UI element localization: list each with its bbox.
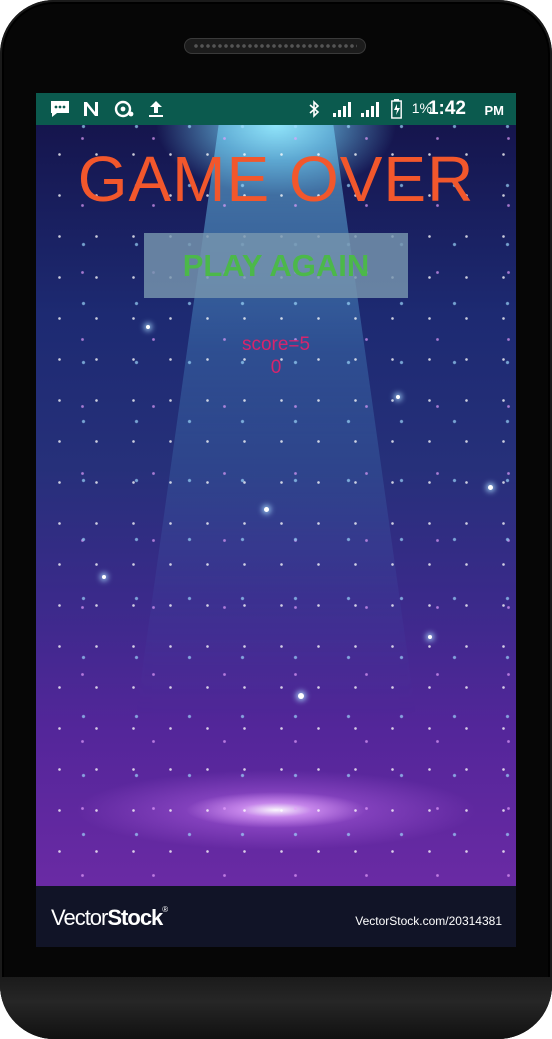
play-again-button[interactable]: PLAY AGAIN — [144, 233, 408, 298]
signal-icon — [332, 99, 354, 119]
game-over-screen: GAME OVER PLAY AGAIN score=5 0 — [36, 125, 516, 886]
vectorstock-logo: VectorStock® — [51, 905, 168, 931]
clock-time: 1:42 — [427, 98, 466, 119]
earpiece-speaker — [184, 38, 366, 54]
sparkle — [396, 395, 400, 399]
message-icon — [49, 99, 71, 119]
sparkle — [298, 693, 304, 699]
camera-icon — [113, 99, 135, 119]
score-label: score=5 0 — [241, 334, 311, 378]
device-screen: 1% 1:42 PM GAME OVER PLAY AGAIN score=5 … — [36, 93, 516, 947]
upload-icon — [147, 99, 165, 119]
logo-thin-text: Vector — [51, 905, 108, 930]
watermark-bar: VectorStock® VectorStock.com/20314381 — [36, 886, 516, 947]
battery-charging-icon — [390, 99, 402, 119]
game-over-title: GAME OVER — [77, 143, 475, 215]
sparkle — [428, 635, 432, 639]
clock-ampm: PM — [484, 103, 505, 118]
logo-mark: ® — [162, 905, 169, 914]
sparkle — [102, 575, 106, 579]
phone-chin — [0, 977, 552, 1039]
sparkle — [264, 507, 269, 512]
sparkle — [488, 485, 493, 490]
n-icon — [81, 99, 101, 119]
bluetooth-icon — [306, 99, 322, 119]
signal-icon — [360, 99, 382, 119]
status-bar: 1% 1:42 PM — [36, 93, 516, 125]
sparkle — [146, 325, 150, 329]
watermark-url: VectorStock.com/20314381 — [355, 914, 502, 928]
logo-bold-text: Stock — [107, 905, 163, 930]
phone-frame: 1% 1:42 PM GAME OVER PLAY AGAIN score=5 … — [0, 0, 552, 1039]
